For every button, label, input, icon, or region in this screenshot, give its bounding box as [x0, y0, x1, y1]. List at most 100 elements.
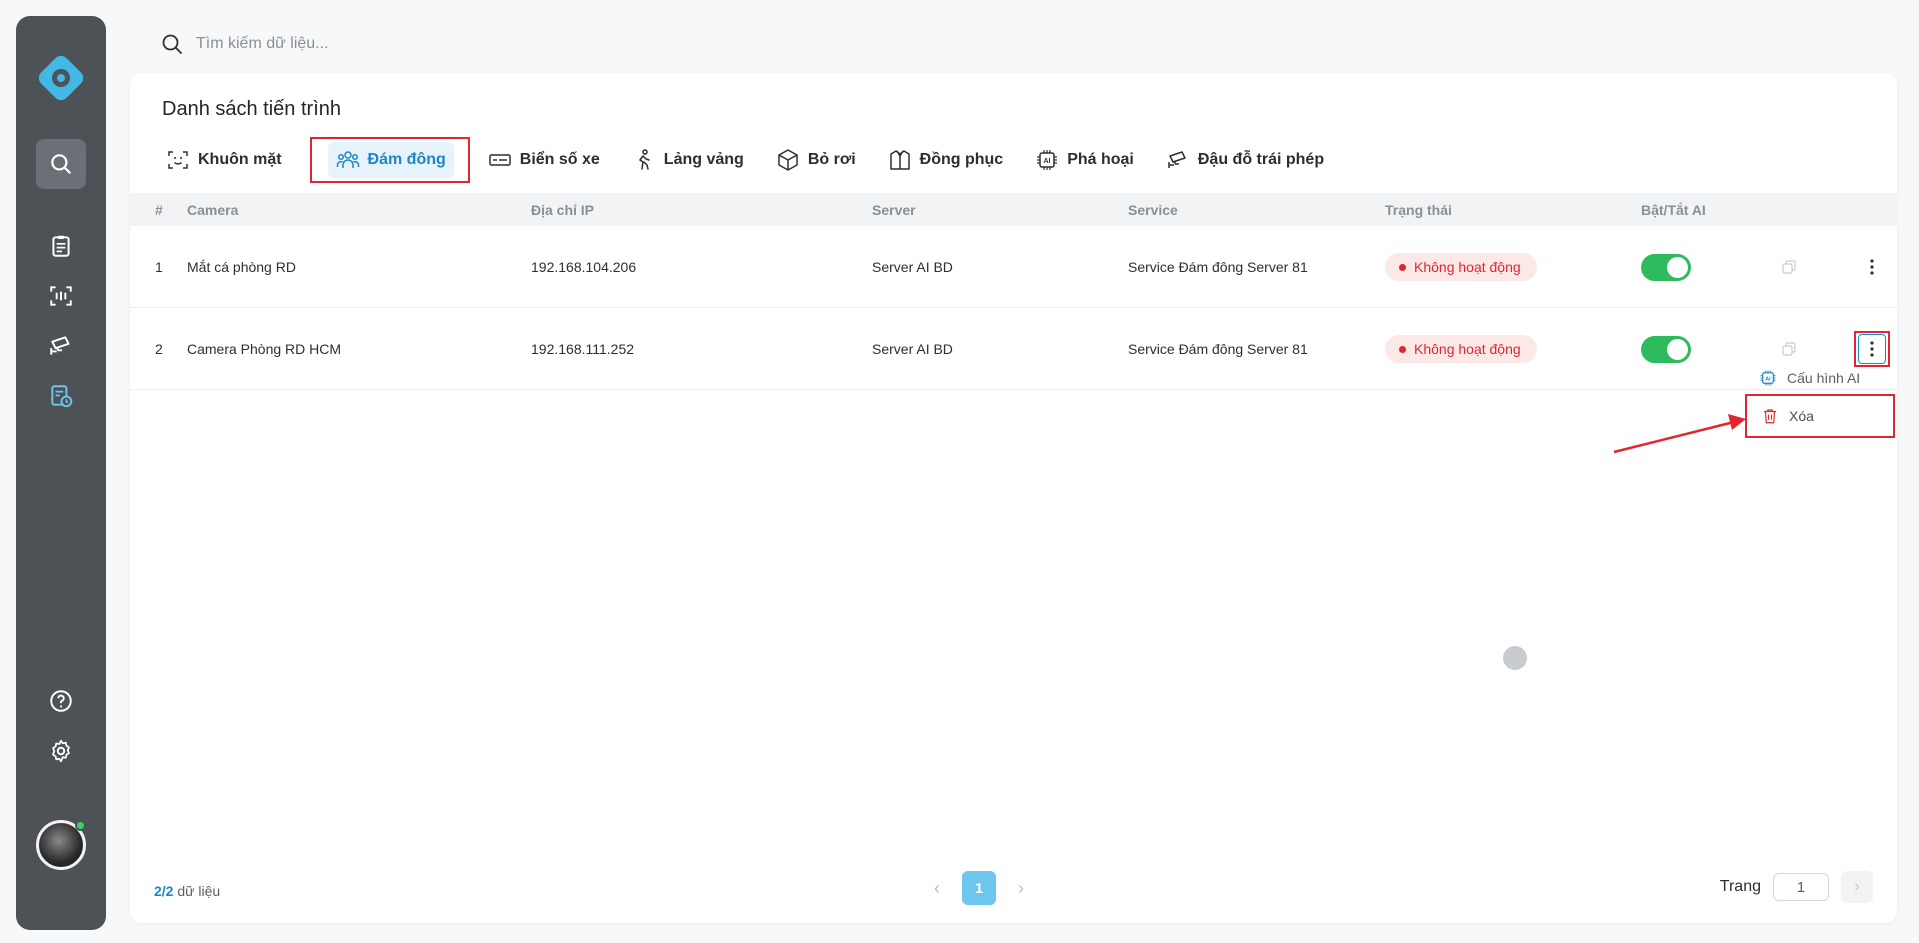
- search-icon: [162, 34, 182, 54]
- next-page-button[interactable]: ›: [1018, 878, 1024, 899]
- search-icon: [51, 154, 71, 174]
- walking-icon: [638, 149, 650, 170]
- menu-item-delete[interactable]: Xóa: [1745, 394, 1895, 438]
- status-badge: Không hoạt động: [1385, 335, 1537, 363]
- tab-label: Lảng vảng: [663, 151, 744, 168]
- tab-dau-do-trai-phep[interactable]: Đậu đỗ trái phép: [1162, 137, 1338, 183]
- table-header: # Camera Địa chỉ IP Server Service Trạng…: [130, 193, 1897, 226]
- tab-bien-so-xe[interactable]: Biển số xe: [484, 137, 614, 183]
- tab-label: Đồng phục: [919, 151, 1004, 168]
- toggle-cell: [1641, 308, 1691, 390]
- camera-name: Camera Phòng RD HCM: [187, 341, 342, 357]
- ai-chip-icon: AI: [1037, 150, 1058, 170]
- prev-page-button[interactable]: ‹: [934, 878, 940, 899]
- box-icon: [778, 149, 798, 171]
- nav-report[interactable]: [36, 371, 86, 421]
- count-suffix: dữ liệu: [173, 883, 221, 899]
- nav-search[interactable]: [36, 139, 86, 189]
- row-index: 1: [155, 259, 163, 275]
- page-label: Trang: [1719, 878, 1761, 895]
- page-input[interactable]: [1773, 873, 1829, 901]
- header-status: Trạng thái: [1385, 201, 1452, 218]
- header-ai-toggle: Bật/Tắt AI: [1641, 201, 1706, 218]
- header-server: Server: [872, 201, 916, 218]
- page-number-current[interactable]: 1: [962, 871, 996, 905]
- more-actions-button[interactable]: [1861, 256, 1883, 278]
- go-page-button[interactable]: ›: [1841, 871, 1873, 903]
- category-tabs: Khuôn mặt Đám đông Biển số xe Lảng vảng …: [162, 135, 1352, 185]
- menu-item-label: Xóa: [1789, 408, 1814, 424]
- more-vertical-icon: [1870, 259, 1874, 275]
- page-jump: Trang ›: [1720, 871, 1873, 903]
- table-row: 2 Camera Phòng RD HCM 192.168.111.252 Se…: [130, 308, 1897, 390]
- tab-bo-roi[interactable]: Bỏ rơi: [772, 137, 870, 183]
- svg-text:AI: AI: [1044, 158, 1051, 165]
- clipboard-icon: [52, 235, 70, 257]
- nav-help[interactable]: [36, 676, 86, 726]
- user-avatar[interactable]: [36, 820, 86, 870]
- trash-icon: [1764, 409, 1776, 424]
- tab-label: Đám đông: [367, 151, 446, 168]
- toggle-cell: [1641, 226, 1691, 308]
- row-index: 2: [155, 341, 163, 357]
- copy-icon: [1782, 260, 1796, 274]
- count-total: /2: [161, 883, 174, 899]
- row-actions-dropdown: AI Cấu hình AI Xóa: [1745, 362, 1895, 438]
- status-text: Không hoạt động: [1414, 341, 1521, 357]
- tab-pha-hoai[interactable]: AI Phá hoại: [1031, 137, 1148, 183]
- uniform-icon: [889, 150, 910, 170]
- tab-label: Đậu đỗ trái phép: [1197, 151, 1325, 168]
- sidebar: [16, 16, 106, 930]
- tab-lang-vang[interactable]: Lảng vảng: [628, 137, 758, 183]
- status-dot: [1399, 345, 1406, 353]
- menu-item-label: Cấu hình AI: [1787, 370, 1861, 386]
- tab-label: Biển số xe: [519, 151, 600, 168]
- cctv-icon: [50, 336, 70, 355]
- nav-settings[interactable]: [36, 726, 86, 776]
- more-button-inner: [1858, 334, 1886, 364]
- nav-face-scan[interactable]: [36, 271, 86, 321]
- pagination: ‹ 1 ›: [934, 871, 1024, 905]
- header-camera: Camera: [187, 201, 239, 218]
- server-name: Server AI BD: [872, 259, 953, 275]
- more-cell: [1861, 226, 1883, 308]
- status-text: Không hoạt động: [1414, 259, 1521, 275]
- online-status-dot: [75, 820, 86, 831]
- ip-address: 192.168.111.252: [531, 341, 635, 357]
- ai-chip-icon: AI: [1760, 370, 1776, 386]
- ai-toggle[interactable]: [1641, 335, 1691, 363]
- help-icon: [50, 690, 72, 712]
- more-vertical-icon: [1870, 341, 1874, 357]
- ai-toggle[interactable]: [1641, 253, 1691, 281]
- page-title: Danh sách tiến trình: [162, 98, 341, 120]
- header-index: #: [155, 201, 163, 218]
- crowd-icon: [336, 151, 359, 168]
- process-list-card: Danh sách tiến trình Khuôn mặt Đám đông …: [130, 73, 1897, 923]
- loading-indicator: [1503, 646, 1527, 670]
- header-ip: Địa chỉ IP: [531, 201, 595, 218]
- menu-item-ai-config[interactable]: AI Cấu hình AI: [1745, 362, 1895, 394]
- tab-khuon-mat[interactable]: Khuôn mặt: [162, 137, 296, 183]
- search-input[interactable]: [196, 35, 696, 53]
- cctv-camera-icon: [1168, 151, 1186, 168]
- status-cell: Không hoạt động: [1385, 226, 1537, 308]
- nav-camera[interactable]: [36, 321, 86, 371]
- status-badge: Không hoạt động: [1385, 253, 1537, 281]
- toggle-knob: [1667, 256, 1688, 278]
- count-current: 2: [154, 883, 162, 899]
- tab-dong-phuc[interactable]: Đồng phục: [884, 137, 1018, 183]
- toggle-knob: [1667, 338, 1688, 360]
- ip-address: 192.168.104.206: [531, 259, 637, 275]
- tab-label: Bỏ rơi: [807, 151, 856, 168]
- status-cell: Không hoạt động: [1385, 308, 1537, 390]
- camera-name: Mắt cá phòng RD: [187, 259, 296, 275]
- tab-dam-dong[interactable]: Đám đông: [309, 137, 470, 183]
- app-logo[interactable]: [33, 50, 89, 106]
- tab-label: Khuôn mặt: [198, 151, 282, 168]
- nav-clipboard[interactable]: [36, 221, 86, 271]
- server-name: Server AI BD: [872, 341, 953, 357]
- tab-label: Phá hoại: [1067, 151, 1134, 168]
- copy-button[interactable]: [1781, 226, 1797, 308]
- license-plate-icon: [489, 154, 511, 166]
- search-bar: [160, 28, 760, 60]
